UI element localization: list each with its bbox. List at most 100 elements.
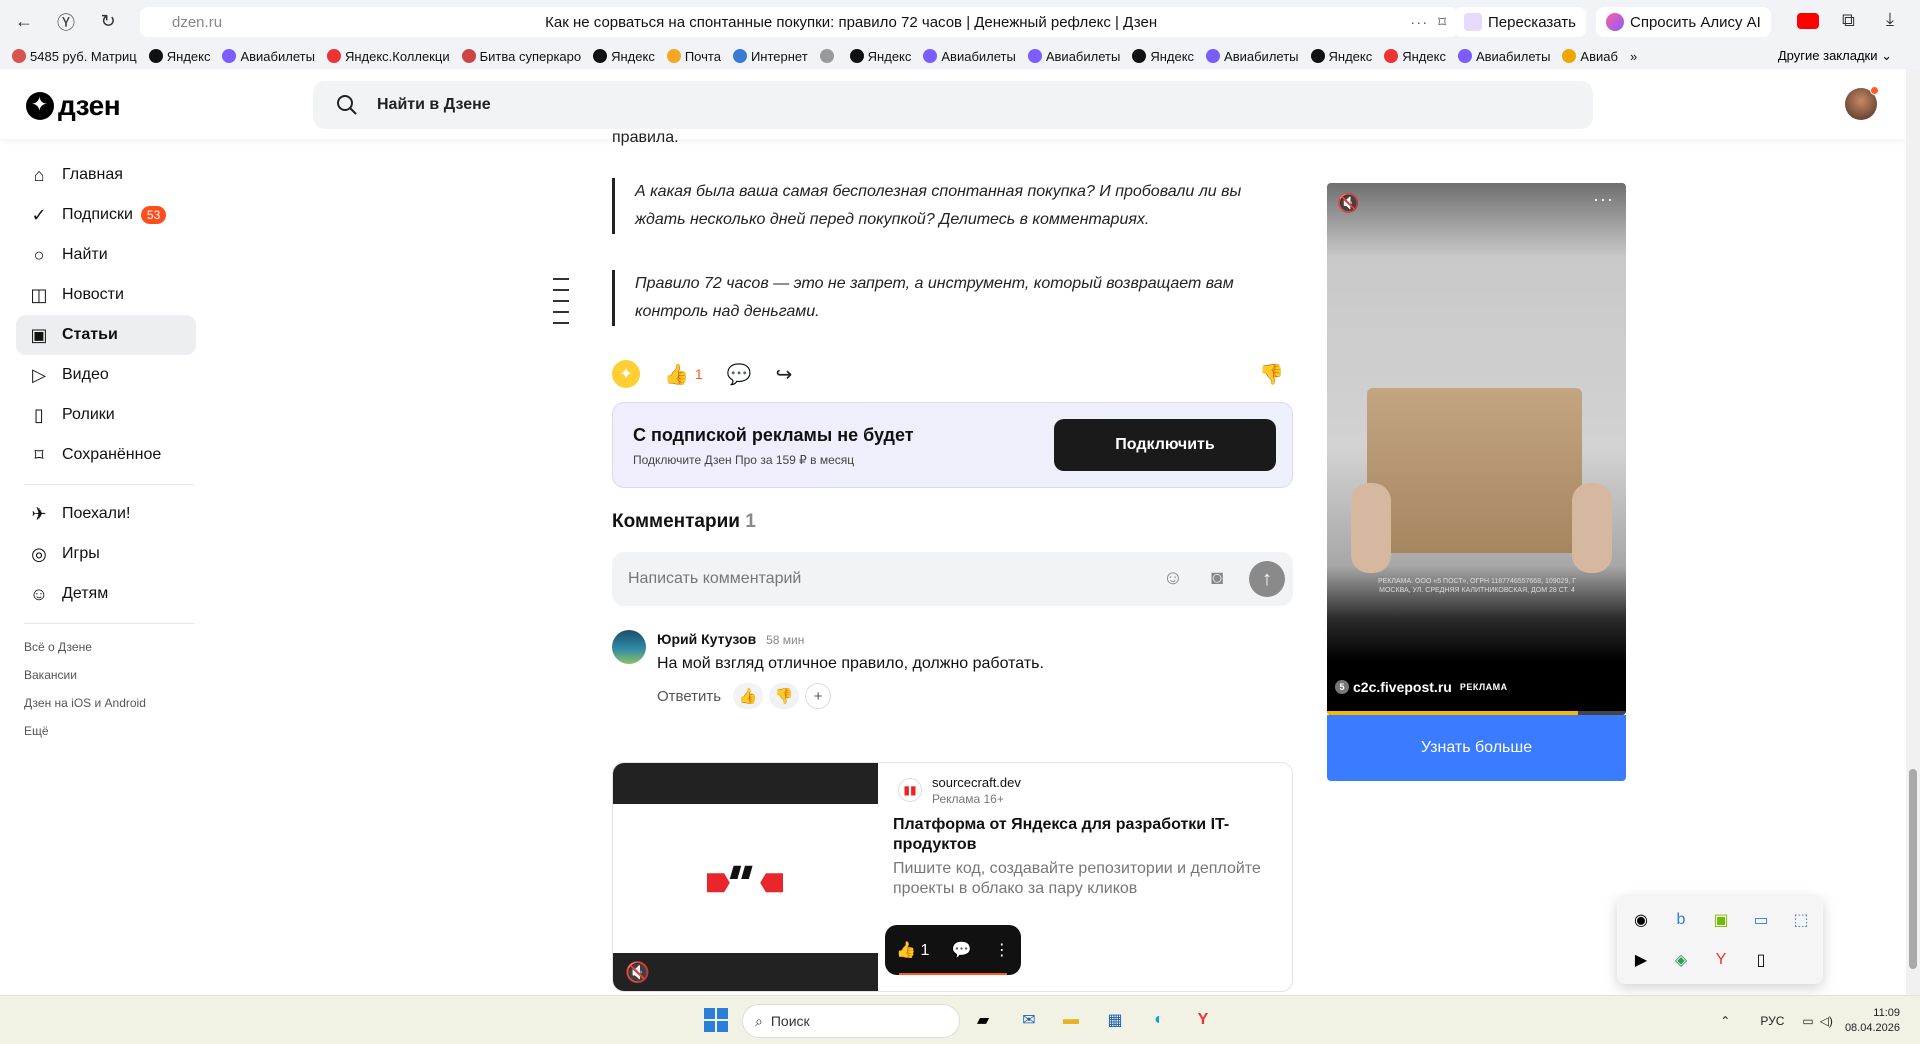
thumbs-down-reaction[interactable]: 👎: [769, 683, 800, 709]
sidebar-footer-link[interactable]: Дзен на iOS и Android: [16, 689, 196, 717]
bookmark-item[interactable]: Яндекс: [148, 49, 210, 64]
bookmark-item[interactable]: Яндекс: [1310, 49, 1372, 64]
thumbs-up-reaction[interactable]: 👍: [733, 683, 764, 709]
add-reaction-button[interactable]: +: [805, 683, 832, 709]
sidebar-item[interactable]: ⌂ Главная: [16, 155, 196, 195]
learn-more-button[interactable]: Узнать больше: [1327, 715, 1626, 781]
bookmark-item[interactable]: Интернет: [732, 49, 808, 64]
bookmark-item[interactable]: Яндекс.Коллекци: [326, 49, 450, 64]
sidebar-footer-link[interactable]: Ещё: [16, 717, 196, 745]
bookmark-item[interactable]: Авиаб: [1562, 49, 1618, 64]
bookmark-item[interactable]: Почта: [666, 49, 721, 64]
address-bar[interactable]: dzen.ru Как не сорваться на спонтанные п…: [140, 7, 1458, 37]
chevron-up-icon[interactable]: ⌃: [1720, 1014, 1730, 1028]
sidebar-item[interactable]: ✓ Подписки 53: [16, 195, 196, 235]
bookmark-item[interactable]: Авиабилеты: [1457, 49, 1550, 64]
outlook-icon[interactable]: ✉: [1016, 1007, 1042, 1033]
clock[interactable]: 11:09 08.04.2026: [1845, 1006, 1900, 1036]
comment-button[interactable]: 💬: [727, 362, 752, 387]
commenter-name[interactable]: Юрий Кутузов 58 мин: [657, 631, 804, 647]
dzen-logo[interactable]: дзен: [26, 90, 121, 122]
more-icon[interactable]: ···: [1593, 189, 1614, 210]
snipping-icon[interactable]: ⬚: [1781, 900, 1821, 940]
retell-button[interactable]: Пересказать: [1454, 7, 1586, 37]
download-icon[interactable]: ⤓: [1886, 9, 1894, 30]
floating-more-icon[interactable]: ⋮: [994, 940, 1010, 960]
edge-icon[interactable]: ◐: [1146, 1007, 1172, 1033]
send-button[interactable]: ↑: [1249, 561, 1285, 597]
bookmark-item[interactable]: Яндекс: [1384, 49, 1446, 64]
start-button[interactable]: [704, 1008, 728, 1032]
muted-icon[interactable]: 🔇: [1337, 193, 1359, 214]
like-button[interactable]: 👍 1: [664, 362, 703, 387]
camera-pro-icon[interactable]: ◙: [1205, 567, 1229, 591]
sidebar-item[interactable]: ○ Найти: [16, 235, 196, 275]
bookmark-item[interactable]: Яндекс: [849, 49, 911, 64]
tray-app-icon[interactable]: ◉: [1621, 900, 1661, 940]
commenter-avatar[interactable]: [612, 630, 646, 664]
reload-icon[interactable]: ↻: [90, 4, 126, 40]
task-view-icon[interactable]: ▰: [970, 1007, 996, 1033]
ad-video[interactable]: 🔇: [613, 763, 878, 991]
floating-like-button[interactable]: 👍 1: [896, 940, 929, 960]
mute-icon[interactable]: 🔇: [625, 960, 650, 985]
bookmark-item[interactable]: Авиабилеты: [222, 49, 315, 64]
bookmark-star-icon[interactable]: ⌑: [1438, 13, 1446, 31]
video-ad[interactable]: 🔇 ··· РЕКЛАМА. ООО «5 ПОСТ», ОГРН 118774…: [1327, 183, 1626, 715]
share-button[interactable]: ↪: [776, 362, 793, 387]
bookmark-item[interactable]: Яндекс: [1132, 49, 1194, 64]
collections-icon[interactable]: ⧉: [1842, 10, 1855, 31]
more-icon[interactable]: ···: [1410, 14, 1428, 31]
yandex-browser-icon[interactable]: Y: [1190, 1007, 1216, 1033]
sidebar-item[interactable]: ◎ Игры: [16, 534, 196, 574]
subscribe-button[interactable]: Подключить: [1054, 419, 1276, 471]
bookmark-item[interactable]: [819, 49, 838, 63]
taskbar-search[interactable]: ⌕ Поиск: [742, 1004, 960, 1038]
shield-icon[interactable]: ◈: [1661, 940, 1701, 980]
nvidia-icon[interactable]: ▣: [1701, 900, 1741, 940]
sidebar-item[interactable]: ▣ Статьи: [16, 315, 196, 355]
sidebar-item[interactable]: ⌑ Сохранённое: [16, 435, 196, 475]
bookmark-item[interactable]: Авиабилеты: [1027, 49, 1120, 64]
language-indicator[interactable]: РУС: [1760, 1014, 1784, 1028]
ask-alice-button[interactable]: Спросить Алису AI: [1596, 7, 1771, 37]
youtube-icon[interactable]: [1797, 13, 1819, 29]
yandex-icon[interactable]: Ⓨ: [48, 4, 84, 40]
emoji-icon[interactable]: ☺: [1161, 567, 1185, 591]
explorer-icon[interactable]: ▬: [1058, 1007, 1084, 1033]
user-avatar[interactable]: [1845, 86, 1879, 120]
video-ad-source[interactable]: 5 c2c.fivepost.ru РЕКЛАМА: [1335, 679, 1508, 695]
bing-icon[interactable]: b: [1661, 900, 1701, 940]
comment-input[interactable]: Написать комментарий ☺ ◙ ↑: [612, 552, 1293, 606]
sidebar-footer-link[interactable]: Всё о Дзене: [16, 633, 196, 661]
star-button[interactable]: ✦: [612, 360, 640, 388]
sidebar-item[interactable]: ▯ Ролики: [16, 395, 196, 435]
sidebar-item[interactable]: ☺ Детям: [16, 574, 196, 614]
bookmark-item[interactable]: Авиабилеты: [923, 49, 1016, 64]
table-of-contents-icon[interactable]: [553, 278, 569, 333]
search-input[interactable]: Найти в Дзене: [313, 81, 1593, 129]
floating-comment-icon[interactable]: 💬: [952, 940, 972, 960]
sidebar-item[interactable]: ▷ Видео: [16, 355, 196, 395]
back-icon[interactable]: ←: [6, 4, 42, 40]
bookmark-item[interactable]: Авиабилеты: [1206, 49, 1299, 64]
other-bookmarks[interactable]: Другие закладки ⌄: [1778, 48, 1892, 64]
bookmark-item[interactable]: Яндекс: [593, 49, 655, 64]
network-icon[interactable]: ▭: [1802, 1014, 1813, 1028]
scrollbar[interactable]: [1906, 69, 1920, 995]
sidebar-footer-link[interactable]: Вакансии: [16, 661, 196, 689]
store-icon[interactable]: ▦: [1102, 1007, 1128, 1033]
terminal-icon[interactable]: ▶: [1621, 940, 1661, 980]
sidebar-item[interactable]: ◫ Новости: [16, 275, 196, 315]
bookmarks-overflow-icon[interactable]: »: [1630, 49, 1637, 64]
dislike-button[interactable]: 👎: [1259, 362, 1284, 387]
monitor-icon[interactable]: ▭: [1741, 900, 1781, 940]
shorts-icon: ▯: [34, 404, 44, 425]
bookmark-item[interactable]: 5485 руб. Матриц: [12, 49, 137, 64]
sidebar-item[interactable]: ✈ Поехали!: [16, 494, 196, 534]
volume-icon[interactable]: ◁): [1820, 1014, 1833, 1028]
bookmark-item[interactable]: Битва суперкаро: [461, 49, 581, 64]
yandex-tray-icon[interactable]: Y: [1701, 940, 1741, 980]
usb-icon[interactable]: ▯: [1741, 940, 1781, 980]
reply-button[interactable]: Ответить: [657, 688, 721, 705]
